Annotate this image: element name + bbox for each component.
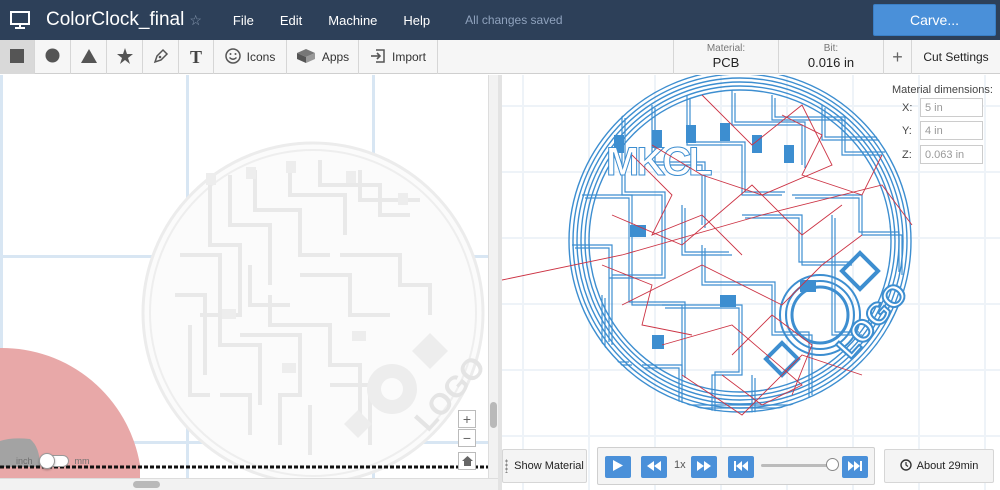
apps-box-icon bbox=[296, 48, 316, 67]
canvas-horizontal-scroll-thumb[interactable] bbox=[133, 481, 160, 488]
triangle-icon bbox=[80, 48, 97, 66]
star-icon bbox=[116, 47, 133, 67]
dim-y-label: Y: bbox=[902, 124, 912, 137]
dim-x-label: X: bbox=[902, 101, 913, 114]
menu-file[interactable]: File bbox=[220, 13, 267, 28]
canvas-horizontal-scrollbar[interactable] bbox=[0, 478, 498, 490]
bit-selector[interactable]: Bit: 0.016 in bbox=[778, 40, 883, 74]
unit-switch[interactable] bbox=[38, 453, 69, 469]
play-button[interactable] bbox=[605, 456, 631, 478]
carve-button[interactable]: Carve... bbox=[873, 4, 996, 36]
triangle-tool[interactable] bbox=[71, 40, 107, 74]
dim-z-input[interactable] bbox=[920, 145, 983, 164]
unit-switch-knob[interactable] bbox=[38, 453, 55, 469]
machine-icon[interactable] bbox=[0, 0, 40, 40]
cut-settings-button[interactable]: Cut Settings bbox=[911, 40, 1000, 74]
menu-machine[interactable]: Machine bbox=[315, 13, 390, 28]
apps-tool[interactable]: Apps bbox=[287, 40, 359, 74]
apps-label: Apps bbox=[321, 50, 350, 64]
skip-to-end-button[interactable] bbox=[842, 456, 868, 478]
circle-tool[interactable] bbox=[35, 40, 71, 74]
star-tool[interactable] bbox=[107, 40, 143, 74]
favorite-star-icon[interactable]: ☆ bbox=[189, 12, 202, 29]
progress-slider-knob[interactable] bbox=[825, 458, 839, 471]
bit-value: 0.016 in bbox=[807, 55, 855, 70]
dim-row-x: X: bbox=[902, 98, 983, 117]
menu-edit[interactable]: Edit bbox=[267, 13, 315, 28]
unit-mm-label: mm bbox=[74, 456, 90, 466]
shape-toolbar: T Icons Apps Import Material: PCB Bit: 0… bbox=[0, 40, 1000, 74]
material-value: PCB bbox=[712, 55, 740, 70]
skip-end-icon bbox=[848, 458, 862, 476]
zoom-out-button[interactable]: − bbox=[458, 429, 476, 447]
bit-preview-shape bbox=[0, 347, 140, 490]
rewind-button[interactable] bbox=[641, 456, 667, 478]
skip-to-start-button[interactable] bbox=[728, 456, 754, 478]
toolpath-header-text: MKCL bbox=[606, 140, 712, 184]
play-icon bbox=[613, 458, 623, 476]
estimated-time-label: About 29min bbox=[916, 460, 979, 472]
home-icon bbox=[461, 453, 473, 469]
dim-x-input[interactable] bbox=[920, 98, 983, 117]
icons-tool[interactable]: Icons bbox=[214, 40, 287, 74]
canvas-vertical-scroll-thumb[interactable] bbox=[490, 402, 497, 428]
grip-icon bbox=[505, 459, 509, 473]
fast-forward-icon bbox=[697, 458, 711, 476]
bit-caption: Bit: bbox=[823, 43, 839, 54]
document-title[interactable]: ColorClock_final bbox=[46, 9, 184, 31]
menu-help[interactable]: Help bbox=[390, 13, 443, 28]
speed-label: 1x bbox=[674, 459, 686, 471]
top-bar: ColorClock_final ☆ File Edit Machine Hel… bbox=[0, 0, 1000, 40]
pcb-design-graphic[interactable]: LOGO bbox=[0, 75, 498, 490]
zoom-in-button[interactable]: + bbox=[458, 410, 476, 428]
import-label: Import bbox=[391, 50, 426, 64]
home-view-button[interactable] bbox=[458, 452, 476, 470]
dim-row-y: Y: bbox=[902, 121, 983, 140]
dim-z-label: Z: bbox=[902, 148, 912, 161]
show-material-label: Show Material bbox=[514, 460, 584, 472]
skip-start-icon bbox=[734, 458, 748, 476]
material-selector[interactable]: Material: PCB bbox=[673, 40, 778, 74]
circle-icon bbox=[45, 48, 60, 66]
dim-row-z: Z: bbox=[902, 145, 983, 164]
icons-label: Icons bbox=[246, 50, 276, 64]
import-tool[interactable]: Import bbox=[359, 40, 438, 74]
pen-icon bbox=[153, 48, 169, 67]
square-tool[interactable] bbox=[0, 40, 35, 74]
pen-tool[interactable] bbox=[143, 40, 179, 74]
square-icon bbox=[10, 48, 24, 66]
dim-y-input[interactable] bbox=[920, 121, 983, 140]
smiley-icon bbox=[224, 47, 241, 67]
add-bit-button[interactable]: + bbox=[883, 40, 911, 74]
design-canvas[interactable]: LOGO inch mm bbox=[0, 75, 498, 490]
estimated-time: About 29min bbox=[884, 449, 994, 483]
material-caption: Material: bbox=[706, 43, 746, 54]
save-status: All changes saved bbox=[465, 13, 563, 27]
progress-slider-track[interactable] bbox=[761, 464, 833, 467]
show-material-button[interactable]: Show Material bbox=[502, 449, 587, 483]
rewind-icon bbox=[647, 458, 661, 476]
clock-icon bbox=[899, 458, 912, 474]
fast-forward-button[interactable] bbox=[691, 456, 717, 478]
unit-inch-label: inch bbox=[16, 456, 33, 466]
unit-toggle[interactable]: inch mm bbox=[16, 453, 90, 469]
text-tool[interactable]: T bbox=[179, 40, 214, 74]
import-icon bbox=[370, 48, 386, 67]
material-dimensions-title: Material dimensions: bbox=[892, 84, 993, 96]
